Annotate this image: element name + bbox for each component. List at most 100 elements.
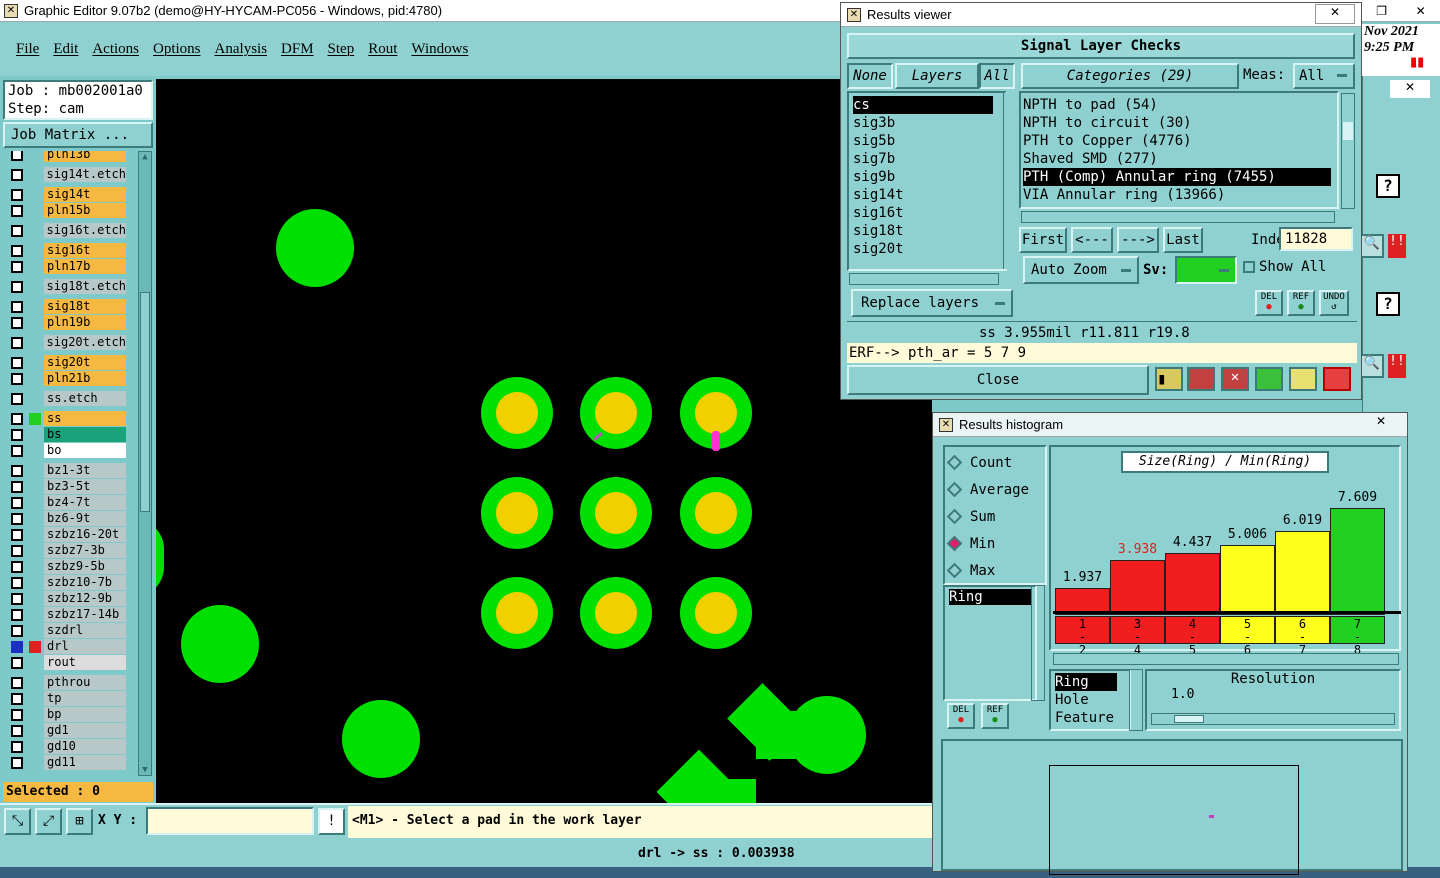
layer-list-item[interactable]: sig18t bbox=[853, 222, 1005, 240]
layer-checkbox[interactable] bbox=[11, 428, 23, 441]
via-pad[interactable] bbox=[481, 477, 553, 549]
layer-row-gd11[interactable]: gd11 bbox=[8, 755, 126, 770]
menu-windows[interactable]: Windows bbox=[411, 41, 468, 58]
layer-row-gd1[interactable]: gd1 bbox=[8, 723, 126, 738]
warning-icon[interactable]: !! bbox=[1388, 354, 1406, 378]
category-list-item[interactable]: NPTH to pad (54) bbox=[1023, 96, 1337, 114]
scroll-thumb[interactable] bbox=[1343, 122, 1353, 140]
menu-analysis[interactable]: Analysis bbox=[215, 41, 268, 58]
layer-checkbox[interactable] bbox=[11, 528, 23, 541]
layer-row-bs[interactable]: bs bbox=[8, 427, 126, 442]
layer-row-bz1-3t[interactable]: bz1-3t bbox=[8, 463, 126, 478]
layer-checkbox[interactable] bbox=[11, 756, 23, 769]
via-pad[interactable] bbox=[680, 577, 752, 649]
clear-icon[interactable]: ✕ bbox=[1221, 367, 1249, 391]
layer-row-pln21b[interactable]: pln21b bbox=[8, 371, 126, 386]
zoom-fit-icon[interactable]: ⤡ bbox=[4, 808, 31, 835]
chart-hscroll[interactable] bbox=[1053, 653, 1399, 665]
zoom-area-icon[interactable]: ⤢ bbox=[35, 808, 62, 835]
layer-row-sig20t.etch[interactable]: sig20t.etch bbox=[8, 335, 126, 350]
layer-row-ss.etch[interactable]: ss.etch bbox=[8, 391, 126, 406]
large-pad[interactable] bbox=[156, 519, 164, 597]
layer-checkbox[interactable] bbox=[11, 708, 23, 721]
replace-layers-select[interactable]: Replace layers bbox=[851, 289, 1013, 317]
attr-list-item[interactable]: Feature bbox=[1055, 709, 1125, 727]
undo-icon[interactable]: UNDO ↺ bbox=[1319, 290, 1349, 316]
nav-button-next[interactable]: ---> bbox=[1117, 227, 1159, 253]
sv-color-select[interactable] bbox=[1175, 256, 1237, 284]
layer-row-sig14t[interactable]: sig14t bbox=[8, 187, 126, 202]
layer-row-szbz10-7b[interactable]: szbz10-7b bbox=[8, 575, 126, 590]
screen-icon[interactable] bbox=[1187, 367, 1215, 391]
layer-checkbox[interactable] bbox=[11, 624, 23, 637]
layer-checkbox[interactable] bbox=[11, 676, 23, 689]
layer-row-tp[interactable]: tp bbox=[8, 691, 126, 706]
layer-row-szbz16-20t[interactable]: szbz16-20t bbox=[8, 527, 126, 542]
large-pad[interactable] bbox=[342, 700, 420, 778]
layer-checkbox[interactable] bbox=[11, 412, 23, 425]
category-listbox[interactable]: NPTH to pad (54) NPTH to circuit (30) PTH … bbox=[1019, 91, 1339, 209]
layer-list-item[interactable]: sig9b bbox=[853, 168, 1005, 186]
layer-checkbox[interactable] bbox=[11, 204, 23, 217]
category-list-item[interactable]: NPTH to circuit (30) bbox=[1023, 114, 1337, 132]
alert-icon[interactable]: ! bbox=[318, 808, 345, 835]
attr-vscroll[interactable] bbox=[1129, 669, 1143, 731]
close-icon[interactable]: ✕ bbox=[1416, 4, 1426, 18]
layer-scrollbar[interactable]: ▲ ▼ bbox=[138, 151, 152, 776]
mode-max-radio[interactable]: Max bbox=[945, 557, 1045, 584]
layer-checkbox[interactable] bbox=[11, 444, 23, 457]
layer-row-bz4-7t[interactable]: bz4-7t bbox=[8, 495, 126, 510]
angled-pad[interactable] bbox=[696, 779, 756, 803]
layer-checkbox[interactable] bbox=[11, 151, 23, 161]
del-icon[interactable]: DEL ● bbox=[947, 703, 975, 729]
show-all-checkbox[interactable] bbox=[1243, 261, 1255, 273]
resolution-slider[interactable] bbox=[1151, 713, 1395, 725]
report-icon[interactable] bbox=[1289, 367, 1317, 391]
mode-count-radio[interactable]: Count bbox=[945, 449, 1045, 476]
help-icon[interactable]: ? bbox=[1376, 292, 1400, 316]
via-pad[interactable] bbox=[481, 577, 553, 649]
layer-checkbox[interactable] bbox=[11, 464, 23, 477]
layer-checkbox[interactable] bbox=[11, 740, 23, 753]
job-matrix-button[interactable]: Job Matrix ... bbox=[3, 122, 153, 148]
grid-icon[interactable]: ⊞ bbox=[66, 808, 93, 835]
help-icon[interactable]: ? bbox=[1376, 174, 1400, 198]
layer-listbox[interactable]: cs sig3b sig5b sig7b sig9b sig14t sig16t sig18t… bbox=[847, 91, 1007, 271]
layer-row-pln17b[interactable]: pln17b bbox=[8, 259, 126, 274]
layer-checkbox[interactable] bbox=[11, 608, 23, 621]
close-button[interactable]: Close bbox=[847, 365, 1149, 395]
menu-dfm[interactable]: DFM bbox=[281, 41, 314, 58]
warning-icon[interactable]: !! bbox=[1388, 234, 1406, 258]
layer-row-drl[interactable]: drl bbox=[8, 639, 126, 654]
layer-checkbox[interactable] bbox=[11, 300, 23, 313]
layer-list-item[interactable]: sig16t bbox=[853, 204, 1005, 222]
layer-row-bo[interactable]: bo bbox=[8, 443, 126, 458]
highlight-icon[interactable]: ▮ bbox=[1155, 367, 1183, 391]
zoom-icon[interactable]: 🔍 bbox=[1360, 234, 1384, 258]
layer-row-bp[interactable]: bp bbox=[8, 707, 126, 722]
layer-row-sig16t.etch[interactable]: sig16t.etch bbox=[8, 223, 126, 238]
menu-rout[interactable]: Rout bbox=[368, 41, 397, 58]
attr-listbox[interactable]: Ring Hole Feature bbox=[1049, 669, 1131, 731]
scroll-up-icon[interactable]: ▲ bbox=[139, 152, 151, 162]
layer-row-gd10[interactable]: gd10 bbox=[8, 739, 126, 754]
layer-checkbox[interactable] bbox=[11, 224, 23, 237]
layer-row-pthrou[interactable]: pthrou bbox=[8, 675, 126, 690]
layer-checkbox[interactable] bbox=[11, 280, 23, 293]
category-list-item[interactable]: PTH to Copper (4776) bbox=[1023, 132, 1337, 150]
layer-checkbox[interactable] bbox=[11, 576, 23, 589]
mode-sum-radio[interactable]: Sum bbox=[945, 503, 1045, 530]
index-input[interactable]: 11828 bbox=[1279, 227, 1353, 251]
attr-list-item[interactable]: Ring bbox=[1055, 673, 1117, 691]
category-list-item[interactable]: Shaved SMD (277) bbox=[1023, 150, 1337, 168]
layer-checkbox[interactable] bbox=[11, 592, 23, 605]
meas-select[interactable]: All bbox=[1293, 63, 1355, 89]
category-hscroll[interactable] bbox=[1021, 211, 1335, 223]
mode-min-radio[interactable]: Min bbox=[945, 530, 1045, 557]
layer-checkbox[interactable] bbox=[11, 640, 23, 653]
via-pad[interactable] bbox=[680, 477, 752, 549]
layer-list-hscroll[interactable] bbox=[849, 273, 999, 285]
layer-checkbox[interactable] bbox=[11, 372, 23, 385]
layer-list-item[interactable]: sig7b bbox=[853, 150, 1005, 168]
background-close-icon[interactable]: ✕ bbox=[1390, 80, 1430, 98]
